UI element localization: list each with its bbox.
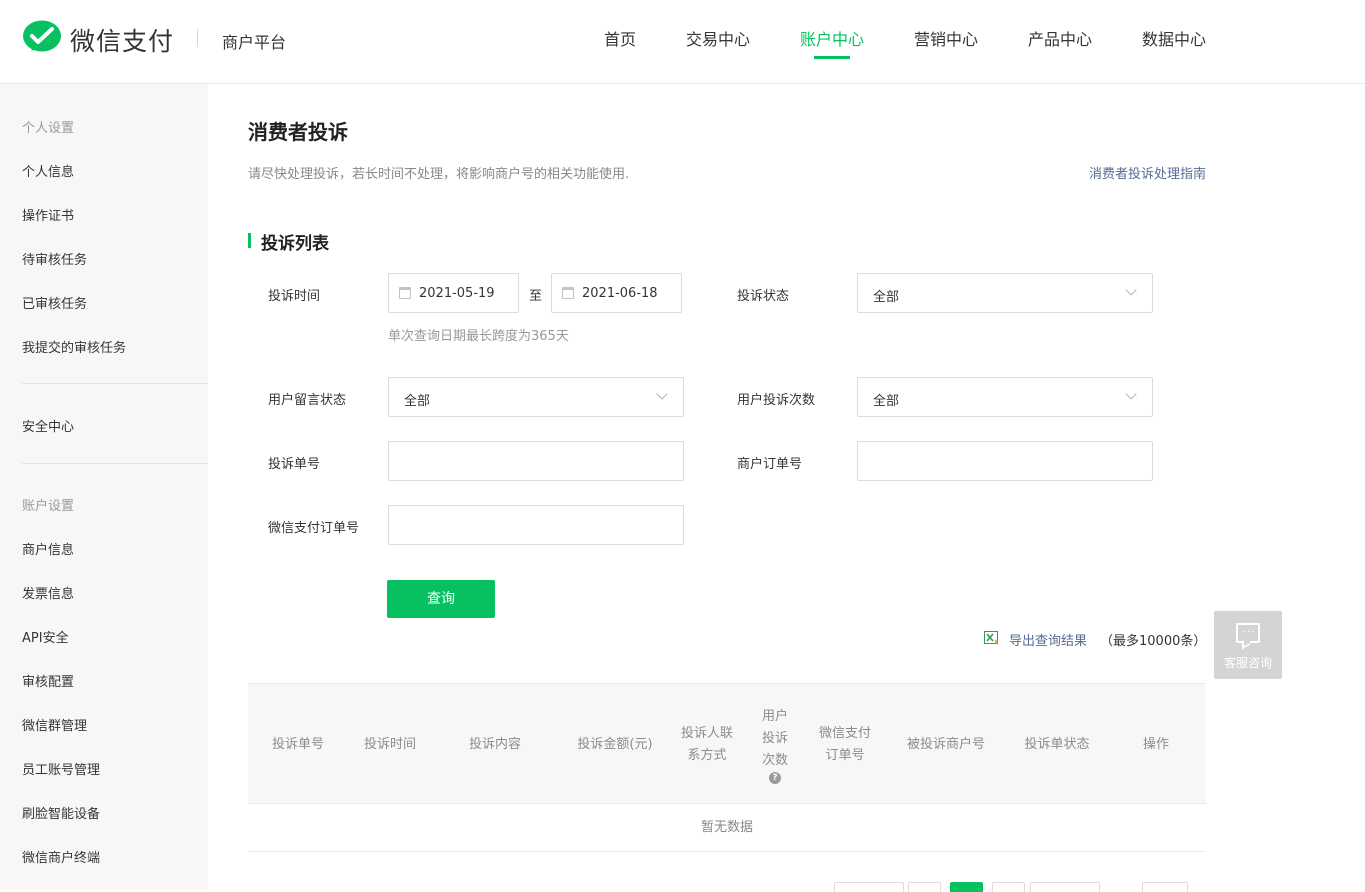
column-header: 投诉单号 (271, 736, 324, 752)
pagination-page[interactable] (992, 882, 1025, 892)
pagination-page-current[interactable] (950, 882, 983, 892)
customer-service-button[interactable]: ··· 客服咨询 (1214, 611, 1282, 679)
sidebar-group-account: 账户设置 (22, 499, 75, 514)
wxpay-order-input[interactable] (388, 505, 684, 545)
sidebar: 个人设置 个人信息 操作证书 待审核任务 已审核任务 我提交的审核任务 安全中心… (0, 84, 208, 889)
column-header: 操作 (1142, 736, 1169, 752)
sidebar-item-personal-info[interactable]: 个人信息 (22, 161, 74, 180)
sidebar-item-my-submitted[interactable]: 我提交的审核任务 (22, 337, 126, 356)
date-range-hint: 单次查询日期最长跨度为365天 (388, 329, 569, 344)
message-status-select[interactable]: 全部 (388, 377, 684, 417)
sidebar-item-merchant-info[interactable]: 商户信息 (22, 539, 74, 558)
column-header: 被投诉商户号 (906, 736, 985, 752)
column-header-complaint-count: 用户投诉次数 ? (756, 684, 794, 805)
column-header: 用户投诉次数 (761, 708, 788, 768)
empty-table-message: 暂无数据 (248, 804, 1206, 852)
sidebar-item-api-security[interactable]: API安全 (22, 627, 69, 646)
chat-bubble-icon: ··· (1236, 623, 1260, 643)
pagination-page[interactable] (908, 882, 941, 892)
sidebar-item-review-config[interactable]: 审核配置 (22, 671, 74, 690)
complaint-count-label: 用户投诉次数 (737, 393, 816, 408)
sidebar-item-security[interactable]: 安全中心 (22, 416, 74, 435)
column-header: 投诉内容 (468, 736, 521, 752)
start-date-value: 2021-05-19 (419, 286, 495, 301)
complaint-no-input[interactable] (388, 441, 684, 481)
page-title: 消费者投诉 (248, 120, 348, 144)
export-limit-note: （最多10000条） (1100, 634, 1207, 649)
nav-account-center-label: 账户中心 (800, 30, 865, 49)
chevron-down-icon (656, 388, 668, 400)
merchant-order-input[interactable] (857, 441, 1153, 481)
section-accent-bar (248, 233, 251, 248)
calendar-icon (399, 287, 411, 299)
main-nav: 首页 交易中心 账户中心 营销中心 产品中心 数据中心 (0, 26, 1365, 84)
complaint-status-value: 全部 (873, 290, 900, 305)
message-status-value: 全部 (404, 394, 431, 409)
main-content: 消费者投诉 请尽快处理投诉，若长时间不处理，将影响商户号的相关功能使用. 消费者… (208, 84, 1365, 892)
sidebar-item-invoice[interactable]: 发票信息 (22, 583, 74, 602)
chevron-down-icon (1125, 388, 1137, 400)
sidebar-item-face-devices[interactable]: 刷脸智能设备 (22, 803, 100, 822)
complaint-status-select[interactable]: 全部 (857, 273, 1153, 313)
section-title: 投诉列表 (261, 234, 329, 254)
chat-dots: ··· (1243, 627, 1256, 638)
nav-marketing-center[interactable]: 营销中心 (914, 26, 978, 50)
date-range-separator: 至 (529, 289, 543, 304)
page-description: 请尽快处理投诉，若长时间不处理，将影响商户号的相关功能使用. (248, 167, 630, 182)
customer-service-label: 客服咨询 (1223, 656, 1272, 670)
nav-home[interactable]: 首页 (604, 26, 636, 50)
column-header: 投诉人联系方式 (680, 725, 733, 763)
export-results-link[interactable]: 导出查询结果 (1009, 630, 1087, 649)
nav-product-center[interactable]: 产品中心 (1028, 26, 1092, 50)
column-header: 投诉时间 (363, 736, 416, 752)
column-header: 微信支付订单号 (818, 725, 871, 763)
nav-trade-center[interactable]: 交易中心 (686, 26, 750, 50)
complaint-time-label: 投诉时间 (268, 289, 321, 304)
sidebar-divider (22, 383, 208, 384)
complaint-count-value: 全部 (873, 394, 900, 409)
merchant-order-label: 商户订单号 (737, 457, 803, 472)
sidebar-item-wechat-group[interactable]: 微信群管理 (22, 715, 87, 734)
sidebar-item-staff-accounts[interactable]: 员工账号管理 (22, 759, 100, 778)
nav-active-indicator (814, 56, 850, 59)
sidebar-item-merchant-terminal[interactable]: 微信商户终端 (22, 847, 100, 866)
excel-export-icon[interactable] (984, 631, 1000, 645)
sidebar-item-certificate[interactable]: 操作证书 (22, 205, 74, 224)
sidebar-item-reviewed[interactable]: 已审核任务 (22, 293, 87, 312)
end-date-value: 2021-06-18 (582, 286, 658, 301)
calendar-icon (562, 287, 574, 299)
query-button[interactable]: 查询 (387, 580, 495, 618)
complaint-no-label: 投诉单号 (268, 457, 321, 472)
top-header: 微信支付 商户平台 首页 交易中心 账户中心 营销中心 产品中心 数据中心 (0, 0, 1365, 84)
start-date-picker[interactable]: 2021-05-19 (388, 273, 519, 313)
column-header: 投诉单状态 (1024, 736, 1090, 752)
nav-account-center[interactable]: 账户中心 (800, 26, 865, 59)
complaint-guide-link[interactable]: 消费者投诉处理指南 (1089, 163, 1206, 182)
complaint-status-label: 投诉状态 (737, 289, 790, 304)
message-status-label: 用户留言状态 (268, 393, 347, 408)
wxpay-order-label: 微信支付订单号 (268, 521, 360, 536)
pagination-jump-input[interactable] (1142, 882, 1188, 892)
complaint-table-header: 投诉单号 投诉时间 投诉内容 投诉金额(元) 投诉人联系方式 用户投诉次数 ? … (248, 683, 1206, 804)
pagination-prev[interactable] (834, 882, 904, 892)
complaint-count-select[interactable]: 全部 (857, 377, 1153, 417)
nav-data-center[interactable]: 数据中心 (1142, 26, 1206, 50)
sidebar-divider (22, 463, 208, 464)
pagination-next[interactable] (1030, 882, 1100, 892)
sidebar-group-personal: 个人设置 (22, 121, 75, 136)
column-header: 投诉金额(元) (577, 736, 653, 752)
help-icon[interactable]: ? (769, 771, 781, 784)
sidebar-item-pending-review[interactable]: 待审核任务 (22, 249, 87, 268)
chevron-down-icon (1125, 284, 1137, 296)
end-date-picker[interactable]: 2021-06-18 (551, 273, 682, 313)
